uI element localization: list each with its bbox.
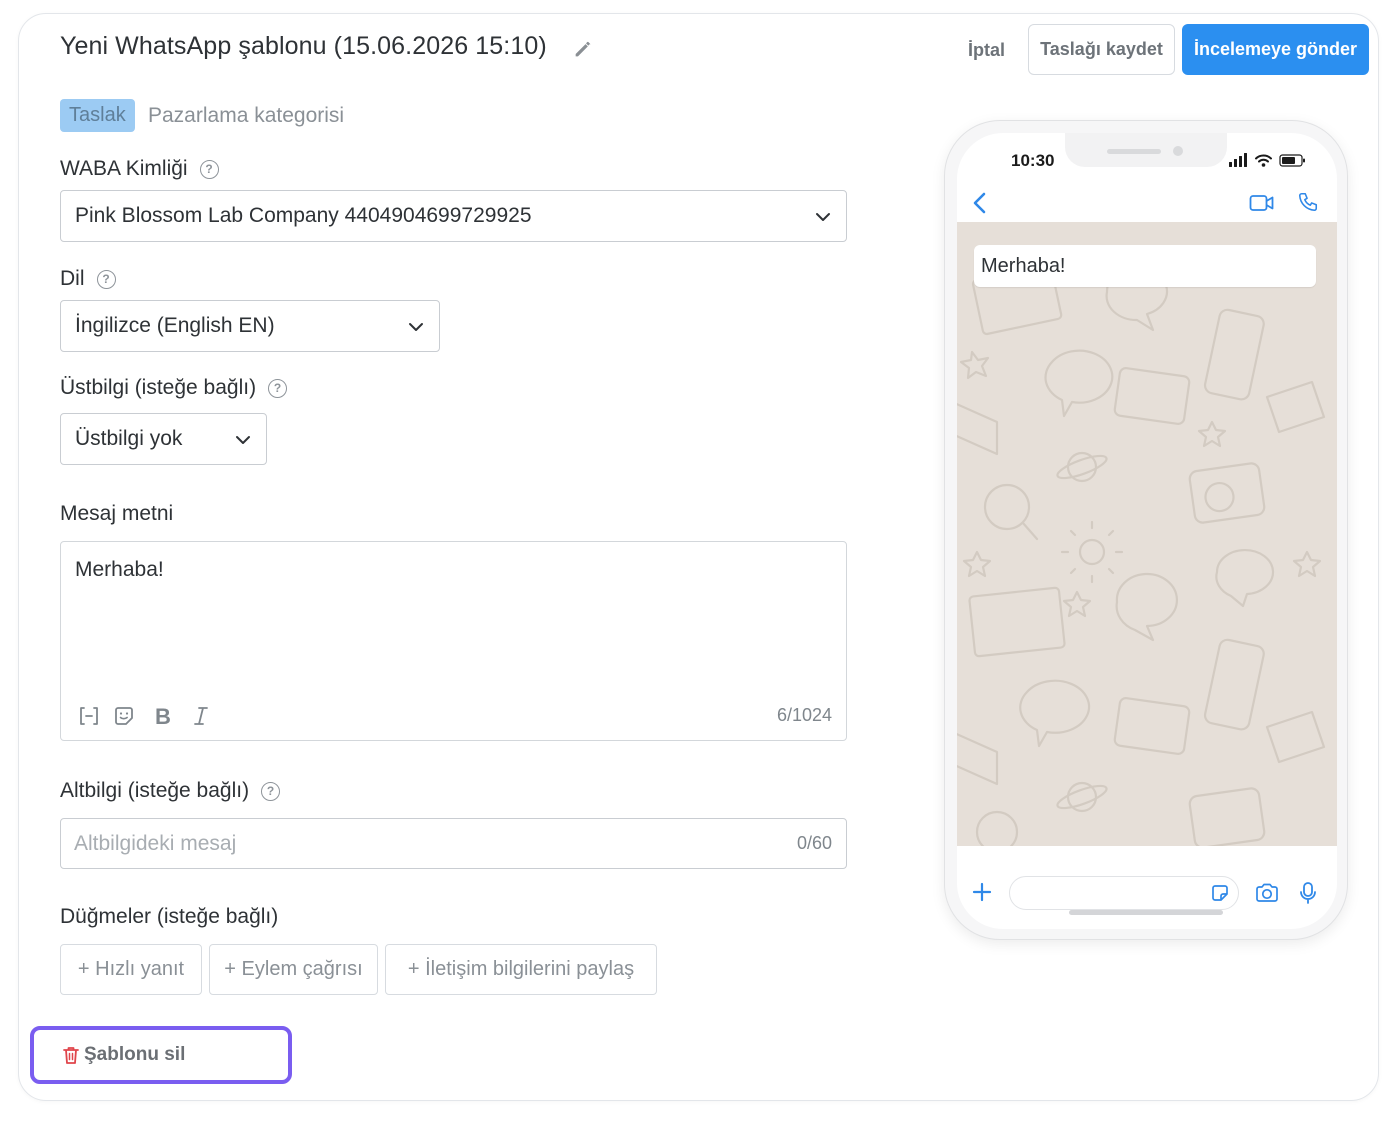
phone-notch <box>1065 133 1227 167</box>
sticker-icon[interactable] <box>1210 883 1230 903</box>
waba-select-value: Pink Blossom Lab Company 440490469972992… <box>75 204 532 227</box>
phone-screen: 10:30 Merhaba! <box>957 133 1337 929</box>
save-draft-button[interactable]: Taslağı kaydet <box>1028 24 1175 75</box>
language-select-value: İngilizce (English EN) <box>75 314 275 337</box>
delete-template-button[interactable]: Şablonu sil <box>30 1026 292 1084</box>
message-text[interactable]: Merhaba! <box>75 558 164 582</box>
page-title: Yeni WhatsApp şablonu (15.06.2026 15:10) <box>60 32 547 60</box>
help-icon[interactable]: ? <box>261 781 281 801</box>
submit-for-review-button[interactable]: İncelemeye gönder <box>1182 24 1369 75</box>
video-call-icon[interactable] <box>1249 193 1275 213</box>
waba-select[interactable]: Pink Blossom Lab Company 440490469972992… <box>60 190 847 242</box>
help-icon[interactable]: ? <box>96 269 116 289</box>
message-bubble: Merhaba! <box>974 245 1316 287</box>
help-icon[interactable]: ? <box>268 378 288 398</box>
buttons-label: Düğmeler (isteğe bağlı) <box>60 905 278 929</box>
header-label-text: Üstbilgi (isteğe bağlı) <box>60 376 257 399</box>
waba-label-text: WABA Kimliği <box>60 157 188 180</box>
language-label: Dil ? <box>60 267 116 291</box>
footer-input[interactable] <box>61 819 761 868</box>
compose-input[interactable] <box>1009 876 1239 910</box>
cancel-button[interactable]: İptal <box>958 28 1015 72</box>
message-label-text: Mesaj metni <box>60 502 174 525</box>
language-select[interactable]: İngilizce (English EN) <box>60 300 440 352</box>
svg-text:B: B <box>155 704 171 728</box>
message-label: Mesaj metni <box>60 502 173 526</box>
phone-preview: 10:30 Merhaba! <box>944 120 1348 940</box>
buttons-label-text: Düğmeler (isteğe bağlı) <box>60 905 279 928</box>
pencil-icon[interactable] <box>572 38 594 60</box>
chevron-down-icon <box>236 436 250 444</box>
camera-icon[interactable] <box>1255 882 1279 904</box>
delete-template-label: Şablonu sil <box>84 1044 186 1065</box>
message-textarea[interactable]: Merhaba! B 6/1024 <box>60 541 847 741</box>
plus-icon[interactable] <box>971 881 993 903</box>
add-quick-reply-button[interactable]: + Hızlı yanıt <box>60 944 202 995</box>
sticker-emoji-icon[interactable] <box>112 704 136 728</box>
camera-dot-icon <box>1173 146 1183 156</box>
chat-wallpaper-pattern <box>957 263 1326 846</box>
chevron-down-icon <box>409 323 423 331</box>
footer-counter: 0/60 <box>796 833 832 853</box>
header-label: Üstbilgi (isteğe bağlı) ? <box>60 376 288 400</box>
category-label: Pazarlama kategorisi <box>148 104 345 127</box>
add-share-contact-button[interactable]: + İletişim bilgilerini paylaş <box>385 944 657 995</box>
status-bar-icons <box>1229 153 1305 167</box>
microphone-icon[interactable] <box>1299 881 1317 905</box>
variable-brackets-icon[interactable] <box>77 704 101 728</box>
chevron-down-icon <box>816 213 830 221</box>
footer-label: Altbilgi (isteğe bağlı) ? <box>60 779 281 803</box>
header-select-value: Üstbilgi yok <box>75 427 183 450</box>
footer-label-text: Altbilgi (isteğe bağlı) <box>60 779 250 802</box>
help-icon[interactable]: ? <box>199 159 219 179</box>
back-arrow-icon[interactable] <box>971 191 989 215</box>
footer-field[interactable]: 0/60 <box>60 818 847 869</box>
phone-call-icon[interactable] <box>1297 191 1319 213</box>
language-label-text: Dil <box>60 267 85 290</box>
bold-icon[interactable]: B <box>151 704 175 728</box>
header-select[interactable]: Üstbilgi yok <box>60 413 267 465</box>
speaker-icon <box>1107 149 1161 154</box>
chat-background: Merhaba! <box>957 222 1337 846</box>
italic-icon[interactable] <box>189 704 213 728</box>
add-call-to-action-button[interactable]: + Eylem çağrısı <box>209 944 378 995</box>
home-indicator <box>1069 910 1223 915</box>
status-badge: Taslak <box>60 99 135 132</box>
status-time: 10:30 <box>1011 151 1055 170</box>
waba-label: WABA Kimliği ? <box>60 157 219 181</box>
message-counter: 6/1024 <box>776 705 832 725</box>
trash-icon <box>63 1047 79 1064</box>
